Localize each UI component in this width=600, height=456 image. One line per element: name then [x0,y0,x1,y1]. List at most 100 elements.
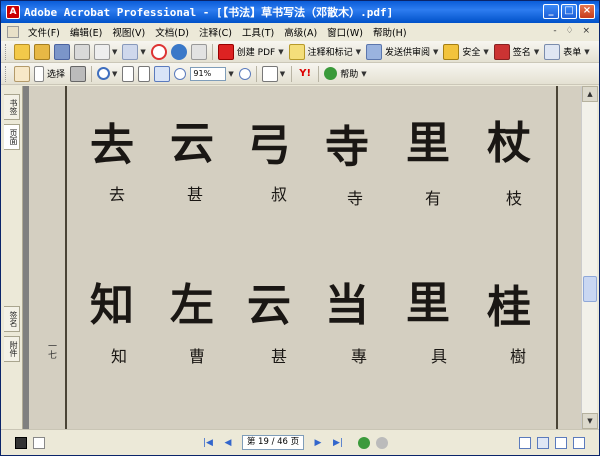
cursive-character: 杖 [487,118,531,169]
chevron-down-icon[interactable]: ▼ [280,70,285,78]
zoom-out-icon[interactable] [174,67,187,80]
continuous-facing-icon[interactable] [573,436,585,449]
document-window-controls[interactable]: - ♢ × [553,26,593,36]
character-label: 叔 [270,185,287,204]
chevron-down-icon[interactable]: ▼ [278,48,283,56]
previous-view-icon[interactable] [358,436,370,449]
menu-edit[interactable]: 编辑(E) [65,25,107,39]
window-controls: _ □ × [543,4,595,19]
menu-view[interactable]: 视图(V) [107,25,150,39]
first-page-icon[interactable]: |◀ [201,436,215,450]
chevron-down-icon[interactable]: ▼ [112,48,117,56]
toolbar-grip[interactable] [5,43,8,60]
minimize-icon[interactable]: _ [543,4,559,19]
cursive-character: 寺 [325,122,369,173]
rotate-view-icon[interactable] [261,65,278,82]
character-label: 知 [110,347,127,366]
previous-page-icon[interactable]: ◀ [221,436,235,450]
open-icon[interactable] [14,43,30,60]
lock-icon[interactable] [443,43,460,60]
zoom-icon[interactable] [97,67,111,80]
email-icon[interactable] [94,43,110,60]
comment-markup-button[interactable]: 注释和标记 [308,45,353,58]
scroll-up-icon[interactable]: ▲ [582,86,598,102]
send-review-button[interactable]: 发送供审阅 [385,45,430,58]
organizer-icon[interactable] [34,43,50,60]
attach-icon[interactable] [122,43,139,60]
menu-help[interactable]: 帮助(H) [368,25,412,39]
create-pdf-icon[interactable] [217,43,234,60]
hand-tool-icon[interactable] [14,65,30,82]
create-pdf-button[interactable]: 创建 PDF [237,45,275,58]
chevron-down-icon[interactable]: ▼ [584,48,589,56]
fit-page-icon[interactable] [138,65,151,82]
next-page-icon[interactable]: ▶ [311,436,325,450]
separator [211,43,213,60]
help-button[interactable]: 帮助 [340,67,358,80]
menu-file[interactable]: 文件(F) [23,25,65,39]
page-number-field[interactable]: 第 19 / 46 页 [242,435,304,450]
chevron-down-icon[interactable]: ▼ [112,70,117,78]
chevron-down-icon[interactable]: ▼ [140,48,145,56]
facing-icon[interactable] [555,436,567,449]
title-bar[interactable]: A Adobe Acrobat Professional - [【书法】草书写法… [1,1,599,23]
separator [291,65,293,82]
last-page-icon[interactable]: ▶| [331,436,345,450]
menu-advanced[interactable]: 高级(A) [279,25,322,39]
character-label: 寺 [346,189,363,208]
zoom-input[interactable]: 91% [190,66,227,81]
select-tool-icon[interactable] [34,65,44,82]
menu-tools[interactable]: 工具(T) [237,25,279,39]
sign-button[interactable]: 签名 [513,45,531,58]
menu-document[interactable]: 文档(D) [150,25,194,39]
status-bar: |◀ ◀ 第 19 / 46 页 ▶ ▶| [1,429,599,455]
menu-bar: 文件(F) 编辑(E) 视图(V) 文档(D) 注释(C) 工具(T) 高级(A… [1,23,599,41]
scroll-down-icon[interactable]: ▼ [582,413,598,429]
send-review-icon[interactable] [365,43,382,60]
chevron-down-icon[interactable]: ▼ [361,70,366,78]
single-page-icon[interactable] [519,436,531,449]
menu-comments[interactable]: 注释(C) [194,25,237,39]
actual-size-icon[interactable] [122,65,135,82]
snapshot-icon[interactable] [70,65,87,82]
tab-pages[interactable]: 页面 [4,124,20,150]
maximize-icon[interactable]: □ [561,4,577,19]
chevron-down-icon[interactable]: ▼ [534,48,539,56]
close-icon[interactable]: × [579,4,595,19]
cursive-character: 桂 [487,282,531,333]
document-icon[interactable] [33,436,45,449]
fit-width-icon[interactable] [154,65,171,82]
forms-icon[interactable] [544,43,561,60]
continuous-icon[interactable] [537,436,549,449]
find-icon[interactable] [190,43,207,60]
document-icon[interactable] [7,26,19,38]
comment-icon[interactable] [288,43,305,60]
chevron-down-icon[interactable]: ▼ [356,48,361,56]
tab-attachments[interactable]: 附件 [4,336,20,362]
forms-button[interactable]: 表单 [563,45,581,58]
page-size-icon[interactable] [15,436,27,449]
stop-icon[interactable] [150,43,167,60]
zoom-in-icon[interactable] [238,67,251,80]
next-view-icon[interactable] [376,436,388,449]
select-tool-button[interactable]: 选择 [47,67,65,80]
tab-bookmarks[interactable]: 书签 [4,94,20,120]
character-label: 枝 [505,189,522,208]
document-view[interactable]: 一七 杖 枝 里 有 寺 寺 弓 叔 云 甚 去 去 桂 樹 里 具 当 專 云… [23,86,581,429]
sign-pen-icon[interactable] [493,43,510,60]
help-icon[interactable] [324,67,338,80]
print-icon[interactable] [74,43,90,60]
yahoo-icon[interactable]: Y! [297,66,313,82]
scrollbar-thumb[interactable] [583,276,597,302]
chevron-down-icon[interactable]: ▼ [483,48,488,56]
web-search-icon[interactable] [170,43,187,60]
tab-signatures[interactable]: 签名 [4,306,20,332]
vertical-scrollbar[interactable]: ▲ ▼ [581,86,598,429]
chevron-down-icon[interactable]: ▼ [433,48,438,56]
chevron-down-icon[interactable]: ▼ [228,70,233,78]
menu-window[interactable]: 窗口(W) [322,25,368,39]
toolbar-grip[interactable] [5,65,8,82]
save-icon[interactable] [54,43,70,60]
navigation-pane: 书签 页面 签名 附件 [1,86,23,429]
secure-button[interactable]: 安全 [462,45,480,58]
